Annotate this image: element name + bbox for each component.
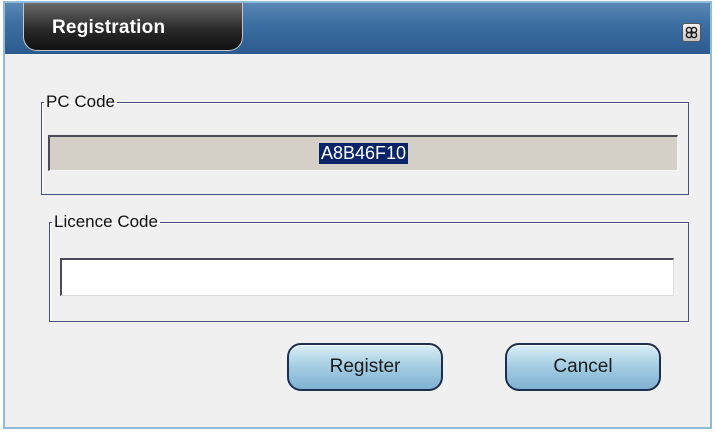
licence-code-group: Licence Code <box>49 213 689 322</box>
registration-dialog: Registration PC Code A8B46F10 Licence Co… <box>3 1 712 429</box>
close-icon <box>685 26 698 39</box>
register-button[interactable]: Register <box>287 343 443 391</box>
title-tab: Registration <box>23 3 243 51</box>
pc-code-value[interactable]: A8B46F10 <box>318 143 409 164</box>
licence-code-input[interactable] <box>60 258 674 296</box>
close-button[interactable] <box>682 23 701 42</box>
licence-code-label: Licence Code <box>54 212 158 231</box>
window-title: Registration <box>52 17 166 38</box>
pc-code-field[interactable]: A8B46F10 <box>48 135 678 171</box>
pc-code-group: PC Code A8B46F10 <box>41 93 689 195</box>
cancel-button[interactable]: Cancel <box>505 343 661 391</box>
title-bar[interactable]: Registration <box>5 3 710 54</box>
pc-code-label: PC Code <box>46 92 115 111</box>
